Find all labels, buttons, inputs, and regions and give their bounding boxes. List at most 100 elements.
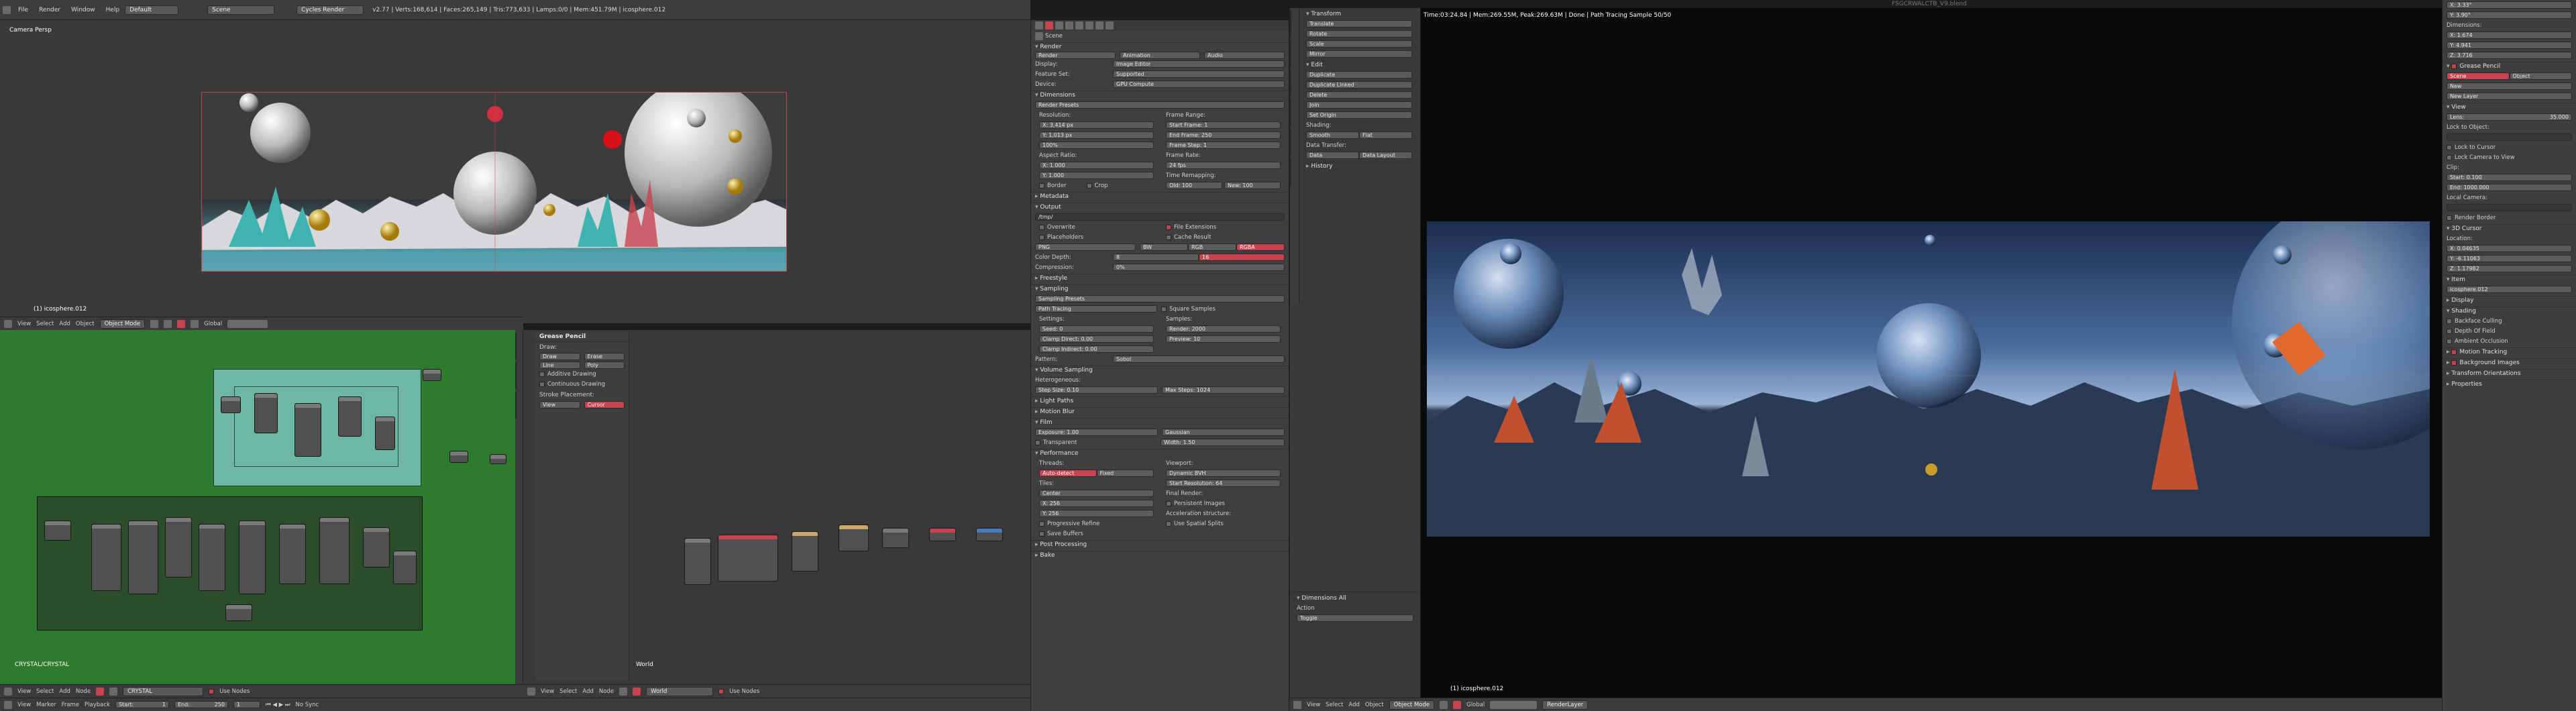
ne-menu-select[interactable]: Select bbox=[36, 688, 54, 695]
pivot-icon[interactable] bbox=[164, 319, 172, 328]
np-gp-scene-button[interactable]: Scene bbox=[2447, 72, 2510, 80]
mirror-button[interactable]: Mirror bbox=[1306, 50, 1412, 58]
node-editor-type-icon[interactable] bbox=[4, 687, 12, 696]
volume-section[interactable]: Volume Sampling bbox=[1031, 366, 1289, 375]
vp-menu-object[interactable]: Object bbox=[76, 321, 95, 327]
props-render-tab[interactable] bbox=[1035, 21, 1043, 30]
editor-type-icon[interactable] bbox=[4, 319, 12, 328]
translate-button[interactable]: Translate bbox=[1306, 20, 1412, 28]
node-a[interactable] bbox=[221, 396, 241, 413]
placeholders-checkbox[interactable] bbox=[1039, 234, 1044, 240]
aspect-x-field[interactable]: X: 1.000 bbox=[1039, 162, 1154, 169]
shelf-tab-grease[interactable] bbox=[515, 333, 517, 360]
render-presets-select[interactable]: Render Presets bbox=[1035, 101, 1285, 109]
node-frame-dark[interactable] bbox=[37, 496, 423, 631]
tl-menu-marker[interactable]: Marker bbox=[36, 702, 56, 708]
np-background-images-checkbox[interactable] bbox=[2451, 360, 2457, 366]
tab-animation[interactable] bbox=[1290, 99, 1291, 126]
we-menu-select[interactable]: Select bbox=[559, 688, 577, 695]
shelf-tab-tools[interactable] bbox=[515, 362, 517, 389]
np-lock-object-field[interactable] bbox=[2447, 133, 2572, 141]
node-b[interactable] bbox=[254, 393, 278, 433]
node-d[interactable] bbox=[338, 396, 362, 437]
scale-button[interactable]: Scale bbox=[1306, 40, 1412, 48]
vp-menu-view[interactable]: View bbox=[17, 321, 31, 327]
material-icon[interactable] bbox=[96, 687, 105, 696]
tl-menu-playback[interactable]: Playback bbox=[85, 702, 110, 708]
use-nodes-checkbox[interactable] bbox=[209, 688, 215, 694]
sampling-presets-select[interactable]: Sampling Presets bbox=[1035, 295, 1285, 303]
np-display-section[interactable]: Display bbox=[2443, 296, 2576, 305]
np-properties-section[interactable]: Properties bbox=[2443, 380, 2576, 389]
timeline-type-icon[interactable] bbox=[4, 700, 12, 709]
tl-end-field[interactable]: End: 250 bbox=[174, 701, 228, 708]
world-node-5[interactable] bbox=[882, 528, 909, 548]
rv-orientation[interactable]: Global bbox=[1466, 702, 1485, 708]
node-n[interactable] bbox=[239, 521, 266, 594]
square-samples-checkbox[interactable] bbox=[1161, 306, 1167, 312]
props-scene-tab[interactable] bbox=[1055, 21, 1063, 30]
props-world-tab[interactable] bbox=[1065, 21, 1073, 30]
node-h[interactable] bbox=[490, 454, 506, 464]
ne-menu-view[interactable]: View bbox=[17, 688, 31, 695]
we-menu-add[interactable]: Add bbox=[582, 688, 593, 695]
step-size-field[interactable]: Step Size: 0.10 bbox=[1035, 386, 1158, 394]
transform-section[interactable]: Transform bbox=[1302, 9, 1416, 19]
rv-render-layer[interactable]: RenderLayer bbox=[1542, 700, 1589, 710]
node-e[interactable] bbox=[375, 417, 395, 450]
tab-relations[interactable] bbox=[1290, 70, 1291, 97]
action-select[interactable]: Toggle bbox=[1297, 614, 1413, 622]
gp-erase-button[interactable]: Erase bbox=[584, 353, 625, 360]
np-cursor-section[interactable]: 3D Cursor bbox=[2443, 224, 2576, 233]
we-shader-icon[interactable] bbox=[619, 687, 628, 696]
world-node-1[interactable] bbox=[684, 538, 711, 585]
props-modifiers-tab[interactable] bbox=[1085, 21, 1093, 30]
we-use-nodes-checkbox[interactable] bbox=[718, 688, 724, 694]
rv-mode-select[interactable]: Object Mode bbox=[1389, 700, 1435, 710]
aspect-y-field[interactable]: Y: 1.000 bbox=[1039, 172, 1154, 179]
np-gp-new-button[interactable]: New bbox=[2447, 83, 2572, 90]
rv-menu-view[interactable]: View bbox=[1307, 702, 1320, 708]
node-f[interactable] bbox=[423, 369, 441, 381]
data-layout-button[interactable]: Data Layout bbox=[1359, 152, 1412, 159]
clamp-direct-field[interactable]: Clamp Direct: 0.00 bbox=[1039, 335, 1154, 343]
rv-menu-add[interactable]: Add bbox=[1348, 702, 1359, 708]
res-x-field[interactable]: X: 3,414 px bbox=[1039, 121, 1154, 129]
np-backface-checkbox[interactable] bbox=[2447, 318, 2452, 324]
world-node-2[interactable] bbox=[718, 535, 778, 582]
cache-result-checkbox[interactable] bbox=[1166, 234, 1171, 240]
np-loc-z-field[interactable]: Z: 1.17982 bbox=[2447, 265, 2572, 272]
performance-section[interactable]: Performance bbox=[1031, 449, 1289, 458]
material-select[interactable]: CRYSTAL bbox=[123, 686, 204, 696]
bw-button[interactable]: BW bbox=[1140, 243, 1188, 251]
world-node-icon[interactable] bbox=[109, 687, 118, 696]
gp-draw-button[interactable]: Draw bbox=[539, 353, 580, 360]
rotate-button[interactable]: Rotate bbox=[1306, 30, 1412, 38]
remap-old-field[interactable]: Old: 100 bbox=[1166, 182, 1222, 189]
rv-manipulator-icon[interactable] bbox=[1453, 700, 1462, 709]
we-world-icon[interactable] bbox=[633, 687, 641, 696]
output-section[interactable]: Output bbox=[1031, 203, 1289, 212]
res-pct-field[interactable]: 100% bbox=[1039, 142, 1154, 149]
rot-y-field[interactable]: Y: 3.90° bbox=[2447, 11, 2572, 19]
shading-icon[interactable] bbox=[150, 319, 159, 328]
np-clip-start-field[interactable]: Start: 0.100 bbox=[2447, 174, 2572, 181]
compression-field[interactable]: 0% bbox=[1113, 264, 1285, 271]
menu-window[interactable]: Window bbox=[66, 4, 101, 16]
menu-file[interactable]: File bbox=[13, 4, 34, 16]
depth-8-button[interactable]: 8 bbox=[1113, 254, 1199, 261]
rv-editor-type-icon[interactable] bbox=[1293, 700, 1301, 709]
np-item-name-field[interactable]: icosphere.012 bbox=[2447, 286, 2572, 293]
tl-menu-view[interactable]: View bbox=[17, 702, 31, 708]
device-select[interactable]: GPU Compute bbox=[1113, 80, 1285, 88]
flat-button[interactable]: Flat bbox=[1359, 131, 1412, 139]
exposure-field[interactable]: Exposure: 1.00 bbox=[1035, 429, 1158, 436]
end-frame-field[interactable]: End Frame: 250 bbox=[1166, 131, 1281, 139]
gp-line-button[interactable]: Line bbox=[539, 362, 580, 369]
depth-16-button[interactable]: 16 bbox=[1199, 254, 1285, 261]
operator-header[interactable]: Dimensions All bbox=[1293, 594, 1417, 603]
tab-physics[interactable] bbox=[1290, 129, 1291, 156]
we-menu-view[interactable]: View bbox=[541, 688, 554, 695]
ne-menu-add[interactable]: Add bbox=[59, 688, 70, 695]
blender-logo-icon[interactable] bbox=[3, 5, 11, 14]
